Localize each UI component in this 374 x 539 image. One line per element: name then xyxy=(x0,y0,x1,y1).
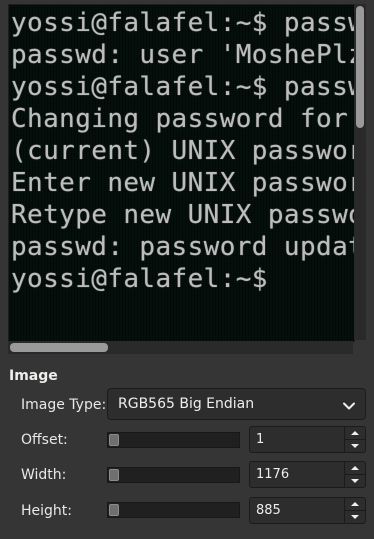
offset-spin-buttons xyxy=(344,427,365,452)
height-increment-button[interactable] xyxy=(345,498,365,511)
width-slider[interactable] xyxy=(107,467,240,483)
caret-up-icon xyxy=(351,466,359,470)
terminal-line: yossi@falafel:~$ passwd xyxy=(11,72,355,102)
width-slider-handle[interactable] xyxy=(109,469,119,481)
offset-increment-button[interactable] xyxy=(345,427,365,440)
terminal-line: yossi@falafel:~$ passwd MoshePlz xyxy=(11,8,354,38)
terminal-screenshot: yossi@falafel:~$ passwd MoshePlz passwd:… xyxy=(9,5,354,341)
height-slider-handle[interactable] xyxy=(109,504,119,516)
height-spinbox[interactable]: 885 xyxy=(249,497,366,524)
width-decrement-button[interactable] xyxy=(345,475,365,487)
terminal-line: (current) UNIX password: xyxy=(11,136,354,166)
offset-slider-handle[interactable] xyxy=(109,434,119,446)
terminal-line: yossi@falafel:~$ xyxy=(11,264,268,294)
height-value[interactable]: 885 xyxy=(256,503,281,518)
caret-down-icon xyxy=(351,444,359,448)
height-spin-buttons xyxy=(344,498,365,523)
terminal-line: passwd: password updated successfully xyxy=(11,232,354,262)
image-type-dropdown[interactable]: RGB565 Big Endian xyxy=(107,388,366,420)
width-label: Width: xyxy=(21,467,67,483)
caret-up-icon xyxy=(351,502,359,506)
caret-down-icon xyxy=(351,479,359,483)
image-preview: yossi@falafel:~$ passwd MoshePlz passwd:… xyxy=(8,4,355,342)
width-value[interactable]: 1176 xyxy=(256,467,289,482)
terminal-line: Retype new UNIX password: xyxy=(11,200,354,230)
vertical-scrollbar-thumb[interactable] xyxy=(356,6,364,128)
section-title-image: Image xyxy=(9,368,58,384)
width-spin-buttons xyxy=(344,462,365,487)
image-type-value: RGB565 Big Endian xyxy=(118,396,255,412)
height-slider[interactable] xyxy=(107,502,240,518)
terminal-line: Enter new UNIX password: xyxy=(11,168,354,198)
offset-value[interactable]: 1 xyxy=(256,432,264,447)
height-decrement-button[interactable] xyxy=(345,511,365,523)
image-type-label: Image Type: xyxy=(21,397,107,413)
terminal-line: Changing password for yossi. xyxy=(11,104,349,134)
offset-decrement-button[interactable] xyxy=(345,440,365,452)
terminal-line: passwd: user 'MoshePlz' does not exist xyxy=(11,40,354,70)
offset-slider[interactable] xyxy=(107,432,240,448)
offset-label: Offset: xyxy=(21,432,68,448)
caret-up-icon xyxy=(351,431,359,435)
height-label: Height: xyxy=(21,503,72,519)
width-increment-button[interactable] xyxy=(345,462,365,475)
width-spinbox[interactable]: 1176 xyxy=(249,461,366,488)
caret-down-icon xyxy=(351,515,359,519)
offset-spinbox[interactable]: 1 xyxy=(249,426,366,453)
chevron-down-icon xyxy=(342,398,356,412)
horizontal-scrollbar-thumb[interactable] xyxy=(10,343,108,352)
